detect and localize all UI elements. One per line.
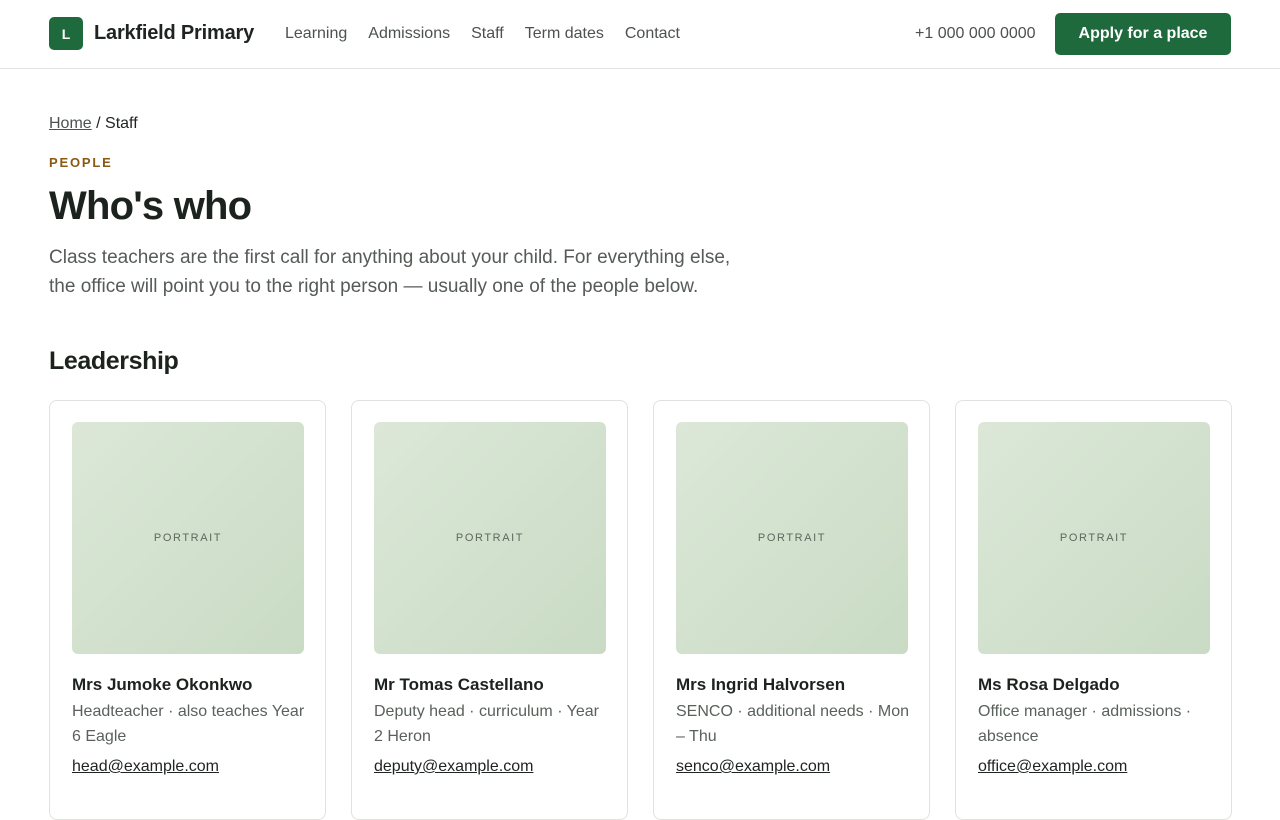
- staff-card: PORTRAIT Mrs Jumoke Okonkwo Headteacher …: [49, 400, 326, 820]
- portrait-placeholder: PORTRAIT: [978, 422, 1210, 654]
- logo-icon[interactable]: L: [49, 17, 83, 50]
- nav-admissions[interactable]: Admissions: [368, 25, 450, 43]
- nav-contact[interactable]: Contact: [625, 25, 680, 43]
- staff-role: Headteacher · also teaches Year 6 Eagle: [72, 703, 305, 745]
- staff-name: Ms Rosa Delgado: [978, 675, 1120, 694]
- intro-text: Class teachers are the first call for an…: [49, 247, 731, 297]
- portrait-label: PORTRAIT: [757, 532, 827, 544]
- staff-card: PORTRAIT Mrs Ingrid Halvorsen SENCO · ad…: [653, 400, 930, 820]
- brand-name[interactable]: Larkfield Primary: [94, 22, 254, 45]
- apply-button[interactable]: Apply for a place: [1055, 13, 1231, 55]
- breadcrumb-separator: /: [91, 115, 106, 132]
- staff-role: Office manager · admissions · absence: [978, 703, 1192, 745]
- staff-email-link[interactable]: head@example.com: [72, 758, 219, 776]
- staff-email-link[interactable]: office@example.com: [978, 758, 1127, 776]
- staff-name: Mr Tomas Castellano: [374, 675, 544, 694]
- staff-role: SENCO · additional needs · Mon – Thu: [676, 703, 909, 745]
- page-title: Who's who: [49, 184, 252, 228]
- leadership-heading: Leadership: [49, 347, 179, 375]
- staff-card: PORTRAIT Mr Tomas Castellano Deputy head…: [351, 400, 628, 820]
- staff-card-list: PORTRAIT Mrs Jumoke Okonkwo Headteacher …: [49, 400, 1232, 820]
- breadcrumb-home[interactable]: Home: [49, 115, 92, 132]
- breadcrumb: Home / Staff: [49, 115, 138, 133]
- portrait-label: PORTRAIT: [153, 532, 223, 544]
- portrait-placeholder: PORTRAIT: [374, 422, 606, 654]
- staff-role: Deputy head · curriculum · Year 2 Heron: [374, 703, 599, 745]
- staff-name: Mrs Ingrid Halvorsen: [676, 675, 846, 694]
- phone-number[interactable]: +1 000 000 0000: [915, 25, 1036, 43]
- main-nav: Learning Admissions Staff Term dates Con…: [285, 25, 701, 43]
- staff-email-link[interactable]: deputy@example.com: [374, 758, 533, 776]
- nav-term-dates[interactable]: Term dates: [525, 25, 604, 43]
- portrait-placeholder: PORTRAIT: [72, 422, 304, 654]
- staff-card: PORTRAIT Ms Rosa Delgado Office manager …: [955, 400, 1232, 820]
- portrait-placeholder: PORTRAIT: [676, 422, 908, 654]
- section-eyebrow: PEOPLE: [49, 155, 113, 170]
- site-header: L Larkfield Primary Learning Admissions …: [0, 0, 1280, 69]
- portrait-label: PORTRAIT: [1059, 532, 1129, 544]
- breadcrumb-current: Staff: [105, 115, 138, 132]
- staff-name: Mrs Jumoke Okonkwo: [72, 675, 253, 694]
- staff-email-link[interactable]: senco@example.com: [676, 758, 830, 776]
- nav-learning[interactable]: Learning: [285, 25, 347, 43]
- nav-staff[interactable]: Staff: [471, 25, 504, 43]
- portrait-label: PORTRAIT: [455, 532, 525, 544]
